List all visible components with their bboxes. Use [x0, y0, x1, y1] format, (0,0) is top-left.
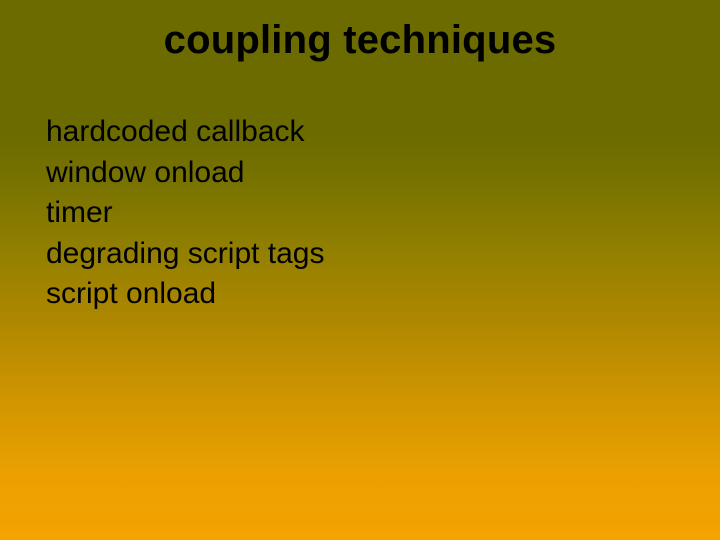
list-item: window onload [46, 153, 325, 194]
bullet-list: hardcoded callback window onload timer d… [46, 112, 325, 315]
list-item: timer [46, 193, 325, 234]
slide-title: coupling techniques [0, 18, 720, 63]
list-item: hardcoded callback [46, 112, 325, 153]
list-item: degrading script tags [46, 234, 325, 275]
list-item: script onload [46, 274, 325, 315]
